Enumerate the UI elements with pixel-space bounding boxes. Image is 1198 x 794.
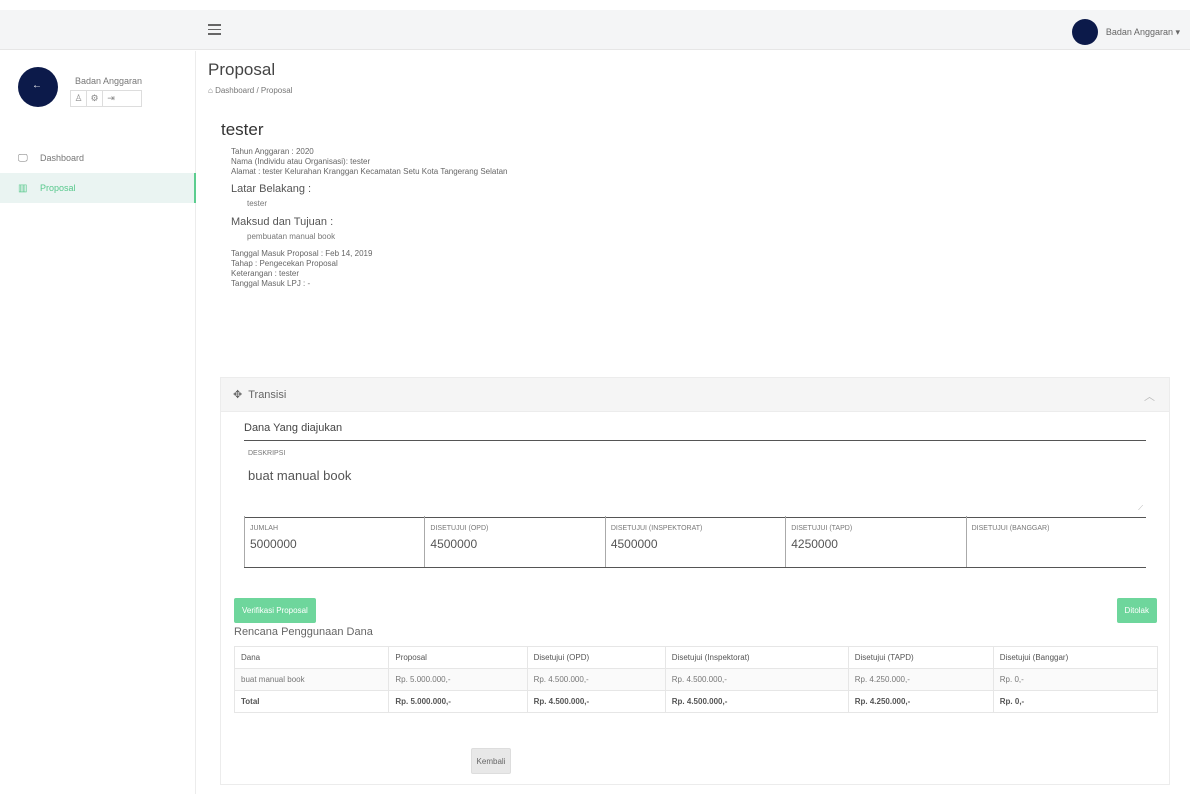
sidebar: ← Badan Anggaran ♙ ⚙ ⇥ 🖵 Dashboard ▥ Pro… xyxy=(0,51,196,794)
sidebar-item-dashboard[interactable]: 🖵 Dashboard xyxy=(0,143,196,173)
disetujui-tapd-field[interactable]: DISETUJUI (TAPD) 4250000 xyxy=(785,516,965,567)
table-cell: buat manual book xyxy=(233,668,390,691)
section-title: Dana Yang diajukan xyxy=(244,422,1146,441)
field-label: DISETUJUI (OPD) xyxy=(430,525,489,532)
field-value: 4500000 xyxy=(610,537,658,551)
table-cell: Rp. 4.250.000,- xyxy=(847,690,994,713)
table-cell: Rp. 4.500.000,- xyxy=(664,690,849,713)
column-header: Disetujui (TAPD) xyxy=(847,646,994,669)
table-cell: Rp. 5.000.000,- xyxy=(388,690,528,713)
profile-name: Badan Anggaran xyxy=(75,76,143,86)
grid-icon: ▥ xyxy=(18,182,28,194)
card-header: ✥ Transisi ︿ xyxy=(221,378,1169,412)
table-header-row: Dana Proposal Disetujui (OPD) Disetujui … xyxy=(233,646,1159,669)
resize-handle-icon[interactable]: ⟋ xyxy=(1138,505,1143,513)
top-navbar: Badan Anggaran ▾ xyxy=(0,10,1190,50)
disetujui-inspektorat-field[interactable]: DISETUJUI (INSPEKTORAT) 4500000 xyxy=(604,516,785,567)
latar-belakang-value: tester xyxy=(247,199,268,208)
nama-organisasi: Nama (Individu atau Organisasi): tester xyxy=(231,157,371,166)
description-value: buat manual book xyxy=(248,468,352,483)
avatar xyxy=(1071,19,1098,45)
table-cell: Rp. 0,- xyxy=(992,668,1159,691)
table-cell: Rp. 4.500.000,- xyxy=(664,668,849,691)
column-header: Dana xyxy=(233,646,390,669)
table-cell: Rp. 5.000.000,- xyxy=(388,668,528,691)
table-row: buat manual book Rp. 5.000.000,- Rp. 4.5… xyxy=(233,668,1159,691)
tanggal-masuk-lpj: Tanggal Masuk LPJ : - xyxy=(231,279,311,288)
logout-icon[interactable]: ⇥ xyxy=(103,91,119,106)
maksud-tujuan-label: Maksud dan Tujuan : xyxy=(231,216,334,228)
table-cell: Rp. 4.250.000,- xyxy=(847,668,994,691)
user-icon[interactable]: ♙ xyxy=(71,91,87,106)
settings-icon[interactable]: ⚙ xyxy=(87,91,103,106)
rencana-penggunaan-title: Rencana Penggunaan Dana xyxy=(234,626,373,638)
sidebar-item-label: Proposal xyxy=(40,183,76,193)
ditolak-button[interactable]: Ditolak xyxy=(1116,598,1157,623)
field-label: DISETUJUI (BANGGAR) xyxy=(971,525,1050,532)
home-icon[interactable]: ⌂ xyxy=(208,86,213,95)
field-value: 5000000 xyxy=(250,537,297,551)
card-title: Transisi xyxy=(248,388,287,401)
tahun-anggaran: Tahun Anggaran : 2020 xyxy=(231,147,314,156)
column-header: Proposal xyxy=(388,646,528,669)
table-cell: Rp. 0,- xyxy=(992,690,1159,713)
user-menu[interactable]: Badan Anggaran ▾ xyxy=(1071,19,1180,45)
arrow-left-icon: ← xyxy=(32,80,42,91)
table-cell: Total xyxy=(233,690,390,713)
sidebar-nav: 🖵 Dashboard ▥ Proposal xyxy=(0,143,196,203)
rencana-penggunaan-table: Dana Proposal Disetujui (OPD) Disetujui … xyxy=(233,646,1159,713)
field-label: DISETUJUI (INSPEKTORAT) xyxy=(610,525,703,532)
chevron-up-icon[interactable]: ︿ xyxy=(1144,388,1155,404)
proposal-detail: tester Tahun Anggaran : 2020 Nama (Indiv… xyxy=(221,120,821,289)
breadcrumb-text[interactable]: Dashboard / Proposal xyxy=(215,86,292,95)
jumlah-field[interactable]: JUMLAH 5000000 xyxy=(244,516,424,567)
tanggal-masuk-proposal: Tanggal Masuk Proposal : Feb 14, 2019 xyxy=(231,249,373,258)
keterangan: Keterangan : tester xyxy=(231,269,300,278)
disetujui-opd-field[interactable]: DISETUJUI (OPD) 4500000 xyxy=(424,516,604,567)
profile-avatar: ← xyxy=(18,67,58,107)
alamat: Alamat : tester Kelurahan Kranggan Kecam… xyxy=(231,167,508,176)
move-icon: ✥ xyxy=(233,389,243,401)
table-cell: Rp. 4.500.000,- xyxy=(526,690,666,713)
table-cell: Rp. 4.500.000,- xyxy=(526,668,666,691)
profile-actions: ♙ ⚙ ⇥ xyxy=(70,90,143,107)
page-title: Proposal xyxy=(208,60,276,79)
sidebar-profile: ← Badan Anggaran ♙ ⚙ ⇥ xyxy=(18,67,143,107)
field-label: JUMLAH xyxy=(250,525,279,532)
sidebar-item-proposal[interactable]: ▥ Proposal xyxy=(0,173,196,203)
tahap: Tahap : Pengecekan Proposal xyxy=(231,259,338,268)
transisi-card: ✥ Transisi ︿ Dana Yang diajukan ⟋ DESKRI… xyxy=(220,377,1170,785)
disetujui-banggar-field[interactable]: DISETUJUI (BANGGAR) xyxy=(965,516,1146,567)
user-menu-label: Badan Anggaran ▾ xyxy=(1105,26,1180,37)
description-label: DESKRIPSI xyxy=(248,450,286,457)
table-total-row: Total Rp. 5.000.000,- Rp. 4.500.000,- Rp… xyxy=(233,690,1159,713)
description-textarea[interactable]: ⟋ xyxy=(244,446,1146,518)
amount-fields: JUMLAH 5000000 DISETUJUI (OPD) 4500000 D… xyxy=(244,516,1146,568)
monitor-icon: 🖵 xyxy=(18,152,28,164)
hamburger-menu-icon[interactable] xyxy=(208,24,221,35)
column-header: Disetujui (Inspektorat) xyxy=(664,646,849,669)
column-header: Disetujui (Banggar) xyxy=(992,646,1159,669)
proposal-title: tester xyxy=(221,120,264,139)
latar-belakang-label: Latar Belakang : xyxy=(231,183,312,195)
kembali-button[interactable]: Kembali xyxy=(471,748,511,774)
breadcrumb: ⌂ Dashboard / Proposal xyxy=(208,86,292,95)
field-value: 4250000 xyxy=(791,537,838,551)
field-label: DISETUJUI (TAPD) xyxy=(791,525,853,532)
maksud-tujuan-value: pembuatan manual book xyxy=(247,232,336,241)
column-header: Disetujui (OPD) xyxy=(526,646,666,669)
verifikasi-proposal-button[interactable]: Verifikasi Proposal xyxy=(234,598,316,623)
field-value: 4500000 xyxy=(430,537,478,551)
sidebar-item-label: Dashboard xyxy=(40,153,85,163)
